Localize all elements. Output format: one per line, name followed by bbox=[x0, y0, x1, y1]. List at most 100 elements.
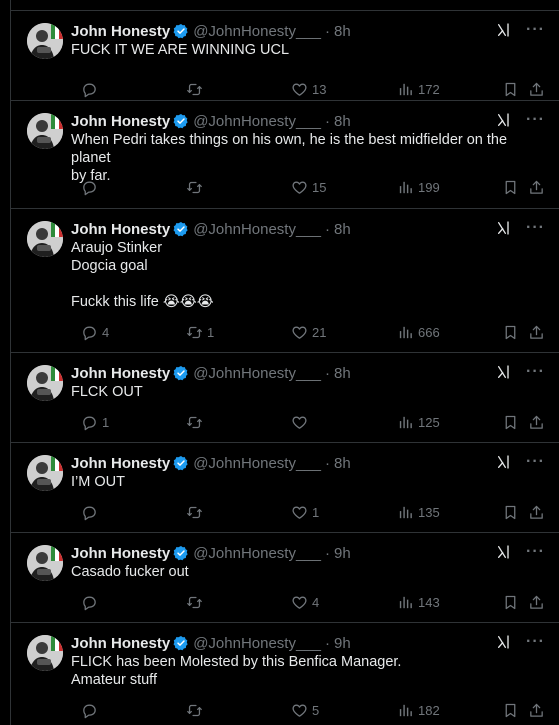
retweet-button[interactable] bbox=[186, 179, 207, 196]
bookmark-button[interactable] bbox=[502, 414, 519, 431]
timestamp[interactable]: 8h bbox=[334, 23, 351, 40]
reply-button[interactable] bbox=[81, 504, 102, 521]
grok-icon[interactable] bbox=[496, 544, 512, 560]
avatar[interactable] bbox=[27, 23, 63, 59]
user-handle[interactable]: @JohnHonesty___ bbox=[193, 545, 321, 562]
share-button[interactable] bbox=[528, 81, 545, 98]
grok-icon[interactable] bbox=[496, 454, 512, 470]
bookmark-button[interactable] bbox=[502, 179, 519, 196]
more-icon[interactable]: ··· bbox=[526, 454, 545, 470]
bookmark-button[interactable] bbox=[502, 594, 519, 611]
retweet-button[interactable] bbox=[186, 504, 207, 521]
display-name[interactable]: John Honesty bbox=[71, 635, 170, 652]
like-count: 15 bbox=[312, 179, 327, 195]
tweet-text-line: I’M OUT bbox=[71, 474, 125, 490]
views-button[interactable]: 182 bbox=[397, 702, 440, 719]
tweet-actions: 4 1 21 666 bbox=[71, 322, 543, 342]
display-name[interactable]: John Honesty bbox=[71, 455, 170, 472]
display-name[interactable]: John Honesty bbox=[71, 365, 170, 382]
grok-icon[interactable] bbox=[496, 220, 512, 236]
more-icon[interactable]: ··· bbox=[526, 544, 545, 560]
reply-button[interactable] bbox=[81, 81, 102, 98]
like-button[interactable]: 1 bbox=[291, 504, 319, 521]
timestamp[interactable]: 9h bbox=[334, 545, 351, 562]
timestamp[interactable]: 8h bbox=[334, 455, 351, 472]
tweet[interactable]: ··· John Honesty @JohnHonesty___ · 8h FL… bbox=[11, 352, 559, 442]
tweet[interactable]: ··· John Honesty @JohnHonesty___ · 8h Wh… bbox=[11, 100, 559, 208]
retweet-button[interactable] bbox=[186, 414, 207, 431]
tweet[interactable]: ··· John Honesty @JohnHonesty___ · 9h FL… bbox=[11, 622, 559, 725]
grok-icon[interactable] bbox=[496, 112, 512, 128]
display-name[interactable]: John Honesty bbox=[71, 545, 170, 562]
bookmark-button[interactable] bbox=[502, 324, 519, 341]
like-button[interactable]: 4 bbox=[291, 594, 319, 611]
tweet[interactable]: ··· John Honesty @JohnHonesty___ · 8h Ar… bbox=[11, 208, 559, 352]
share-button[interactable] bbox=[528, 324, 545, 341]
views-button[interactable]: 666 bbox=[397, 324, 440, 341]
display-name[interactable]: John Honesty bbox=[71, 113, 170, 130]
like-button[interactable]: 15 bbox=[291, 179, 326, 196]
timestamp[interactable]: 9h bbox=[334, 635, 351, 652]
tweet-header: John Honesty @JohnHonesty___ · 8h bbox=[71, 21, 543, 41]
avatar[interactable] bbox=[27, 365, 63, 401]
views-button[interactable]: 143 bbox=[397, 594, 440, 611]
timestamp[interactable]: 8h bbox=[334, 365, 351, 382]
tweet[interactable]: ··· John Honesty @JohnHonesty___ · 8h I’… bbox=[11, 442, 559, 532]
speech-bubble-icon bbox=[81, 324, 98, 341]
more-icon[interactable]: ··· bbox=[526, 22, 545, 38]
user-handle[interactable]: @JohnHonesty___ bbox=[193, 113, 321, 130]
avatar[interactable] bbox=[27, 545, 63, 581]
avatar[interactable] bbox=[27, 221, 63, 257]
more-icon[interactable]: ··· bbox=[526, 220, 545, 236]
retweet-button[interactable] bbox=[186, 81, 207, 98]
like-button[interactable]: 13 bbox=[291, 81, 326, 98]
bookmark-button[interactable] bbox=[502, 702, 519, 719]
retweet-button[interactable] bbox=[186, 702, 207, 719]
reply-button[interactable]: 1 bbox=[81, 414, 109, 431]
like-button[interactable]: 5 bbox=[291, 702, 319, 719]
retweet-button[interactable] bbox=[186, 594, 207, 611]
share-button[interactable] bbox=[528, 594, 545, 611]
tweet-actions: 1 135 bbox=[71, 502, 543, 522]
timestamp[interactable]: 8h bbox=[334, 221, 351, 238]
reply-button[interactable] bbox=[81, 702, 102, 719]
share-button[interactable] bbox=[528, 179, 545, 196]
user-handle[interactable]: @JohnHonesty___ bbox=[193, 23, 321, 40]
reply-button[interactable] bbox=[81, 594, 102, 611]
avatar[interactable] bbox=[27, 635, 63, 671]
bookmark-button[interactable] bbox=[502, 504, 519, 521]
reply-button[interactable]: 4 bbox=[81, 324, 109, 341]
user-handle[interactable]: @JohnHonesty___ bbox=[193, 365, 321, 382]
display-name[interactable]: John Honesty bbox=[71, 23, 170, 40]
views-button[interactable]: 125 bbox=[397, 414, 440, 431]
share-button[interactable] bbox=[528, 504, 545, 521]
grok-icon[interactable] bbox=[496, 634, 512, 650]
user-handle[interactable]: @JohnHonesty___ bbox=[193, 221, 321, 238]
reply-button[interactable] bbox=[81, 179, 102, 196]
grok-icon[interactable] bbox=[496, 364, 512, 380]
retweet-button[interactable]: 1 bbox=[186, 324, 214, 341]
views-button[interactable]: 172 bbox=[397, 81, 440, 98]
bookmark-button[interactable] bbox=[502, 81, 519, 98]
user-handle[interactable]: @JohnHonesty___ bbox=[193, 455, 321, 472]
tweet-actions: 1 125 bbox=[71, 412, 543, 432]
like-button[interactable]: 21 bbox=[291, 324, 326, 341]
views-button[interactable]: 135 bbox=[397, 504, 440, 521]
share-button[interactable] bbox=[528, 414, 545, 431]
avatar[interactable] bbox=[27, 455, 63, 491]
more-icon[interactable]: ··· bbox=[526, 634, 545, 650]
avatar[interactable] bbox=[27, 113, 63, 149]
tweet[interactable]: ··· John Honesty @JohnHonesty___ · 8h FU… bbox=[11, 10, 559, 100]
bar-chart-icon bbox=[397, 324, 414, 341]
more-icon[interactable]: ··· bbox=[526, 112, 545, 128]
display-name[interactable]: John Honesty bbox=[71, 221, 170, 238]
grok-icon[interactable] bbox=[496, 22, 512, 38]
user-handle[interactable]: @JohnHonesty___ bbox=[193, 635, 321, 652]
share-button[interactable] bbox=[528, 702, 545, 719]
views-button[interactable]: 199 bbox=[397, 179, 440, 196]
tweet[interactable]: ··· John Honesty @JohnHonesty___ · 9h Ca… bbox=[11, 532, 559, 622]
bar-chart-icon bbox=[397, 594, 414, 611]
more-icon[interactable]: ··· bbox=[526, 364, 545, 380]
timestamp[interactable]: 8h bbox=[334, 113, 351, 130]
like-button[interactable] bbox=[291, 414, 312, 431]
